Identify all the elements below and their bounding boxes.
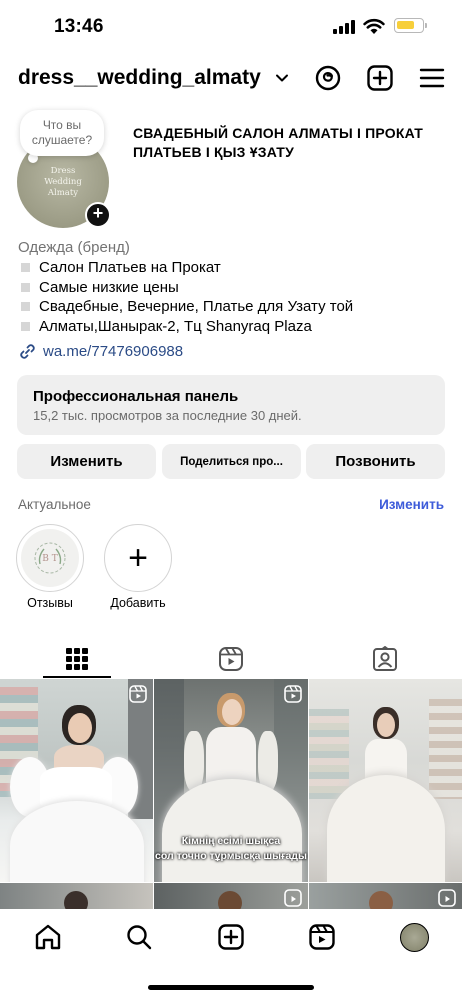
search-icon[interactable] (125, 923, 153, 951)
note-text: Что вы слушаете? (31, 118, 93, 147)
bio-line: Свадебные, Вечерние, Платье для Узату то… (18, 297, 438, 317)
add-story-button[interactable]: + (85, 202, 111, 228)
highlight-reviews[interactable]: B T Отзывы (15, 524, 85, 614)
reels-icon (219, 647, 243, 671)
grid-post[interactable] (309, 883, 462, 909)
bullet-square-icon (21, 302, 30, 312)
grid-post[interactable]: Кімнің есімі шықса сол точно тұрмысқа шы… (154, 679, 308, 882)
wreath-logo-icon: B T (34, 542, 66, 574)
grid-post[interactable] (0, 883, 153, 909)
active-tab-indicator (43, 676, 111, 678)
highlight-label: Отзывы (27, 596, 73, 610)
create-icon[interactable] (217, 923, 245, 951)
threads-icon[interactable] (314, 64, 342, 92)
pro-panel-title: Профессиональная панель (33, 388, 239, 405)
note-bubble[interactable]: Что вы слушаете? (20, 110, 104, 156)
professional-dashboard[interactable]: Профессиональная панель 15,2 тыс. просмо… (17, 375, 445, 435)
grid-icon (66, 648, 88, 670)
battery-icon (394, 18, 427, 33)
pro-panel-subtitle: 15,2 тыс. просмотров за последние 30 дне… (33, 408, 302, 423)
chevron-down-icon[interactable] (275, 71, 289, 85)
highlight-add-circle: + (104, 524, 172, 592)
avatar-logo-text: Dress Wedding Almaty (44, 165, 82, 198)
grid-post[interactable] (309, 679, 462, 882)
highlights-title: Актуальное (18, 497, 91, 512)
profile-header: dress__wedding_almaty (0, 60, 462, 98)
highlights-edit-link[interactable]: Изменить (379, 497, 444, 512)
grid-post[interactable] (154, 883, 308, 909)
bullet-square-icon (21, 263, 30, 273)
edit-profile-button[interactable]: Изменить (17, 444, 156, 479)
bio-link[interactable]: wa.me/77476906988 (18, 341, 183, 361)
wifi-icon (363, 18, 385, 34)
reel-badge-icon (129, 685, 147, 703)
bullet-square-icon (21, 321, 30, 331)
cellular-signal-icon (333, 20, 357, 34)
bio-line: Самые низкие цены (18, 278, 438, 298)
plus-icon: + (128, 539, 148, 577)
bio: Одежда (бренд) Салон Платьев на Прокат С… (18, 239, 438, 336)
svg-text:B T: B T (42, 554, 57, 564)
grid-post[interactable] (0, 679, 153, 882)
bullet-square-icon (21, 282, 30, 292)
category-label: Одежда (бренд) (18, 239, 130, 256)
share-profile-button[interactable]: Поделиться про... (162, 444, 301, 479)
status-time: 13:46 (54, 16, 104, 37)
bottom-navigation (0, 909, 462, 999)
username[interactable]: dress__wedding_almaty (18, 66, 261, 90)
home-icon[interactable] (34, 923, 62, 951)
reel-badge-icon (438, 889, 456, 907)
profile-avatar[interactable] (400, 923, 429, 952)
bio-line: Алматы,Шанырак-2, Тц Shanyraq Plaza (18, 317, 438, 337)
call-button[interactable]: Позвонить (306, 444, 445, 479)
tab-tagged[interactable] (308, 640, 462, 678)
reels-icon[interactable] (308, 923, 336, 951)
reel-badge-icon (284, 889, 302, 907)
reel-badge-icon (284, 685, 302, 703)
highlight-label: Добавить (110, 596, 166, 610)
link-icon (20, 343, 35, 359)
highlight-cover: B T (16, 524, 84, 592)
tab-posts[interactable] (0, 640, 154, 678)
create-icon[interactable] (366, 64, 394, 92)
menu-icon[interactable] (418, 64, 446, 92)
display-name: СВАДЕБНЫЙ САЛОН АЛМАТЫ І ПРОКАТ ПЛАТЬЕВ … (133, 125, 423, 160)
tagged-icon (373, 646, 397, 671)
home-indicator (148, 985, 314, 990)
profile-tabs (0, 640, 462, 678)
posts-grid: Кімнің есімі шықса сол точно тұрмысқа шы… (0, 679, 462, 909)
status-bar: 13:46 (0, 0, 462, 54)
tab-reels[interactable] (154, 640, 308, 678)
link-text[interactable]: wa.me/77476906988 (43, 343, 183, 360)
post-caption: Кімнің есімі шықса сол точно тұрмысқа шы… (155, 835, 307, 862)
bio-line: Салон Платьев на Прокат (18, 258, 438, 278)
highlight-add-new[interactable]: + Добавить (103, 524, 173, 614)
